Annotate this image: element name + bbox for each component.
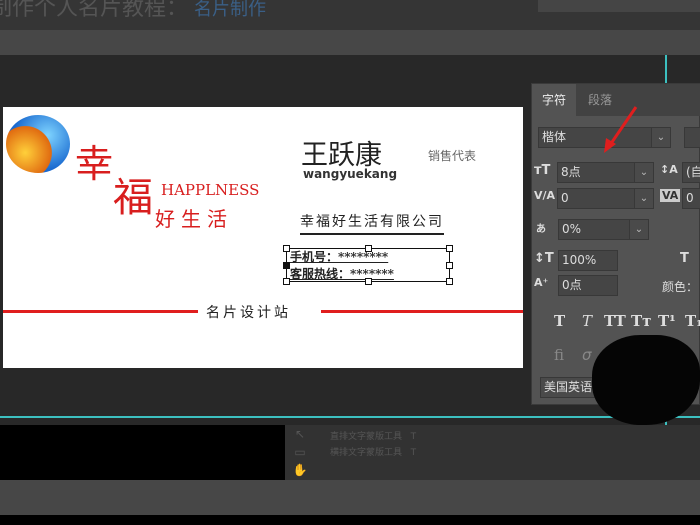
ligature-icon[interactable]: ﬁ xyxy=(554,346,564,364)
tsume-icon: あ xyxy=(536,224,546,235)
slogan: 好生活 xyxy=(155,207,233,231)
guide-line-horizontal[interactable] xyxy=(0,416,700,418)
red-divider xyxy=(3,310,198,313)
tracking-icon: VA xyxy=(660,189,681,202)
tsume-field[interactable]: 0% xyxy=(558,219,630,240)
horizontal-scale-icon: T xyxy=(680,251,689,266)
menu-item-vertical-mask[interactable]: 直排文字蒙版工具 T xyxy=(330,429,416,442)
business-card[interactable]: 幸 福 HAPPLNESS 好生活 王跃康 销售代表 wangyuekang 幸… xyxy=(3,107,523,368)
logo-icon xyxy=(6,115,70,173)
company-name: 幸福好生活有限公司 xyxy=(300,211,444,235)
baseline-shift-icon: A⁺ xyxy=(534,276,549,289)
small-caps-button[interactable]: Tт xyxy=(631,312,651,330)
red-arrow-annotation xyxy=(604,106,638,153)
color-label: 颜色： xyxy=(662,280,699,294)
transform-handle[interactable] xyxy=(283,245,290,252)
menu-item-label: 直排文字蒙版工具 xyxy=(330,432,403,442)
logo-char: 幸 xyxy=(75,142,114,186)
title-text: 制作个人名片教程： xyxy=(0,0,189,21)
chevron-down-icon[interactable]: ⌄ xyxy=(629,219,649,240)
chevron-down-icon[interactable]: ⌄ xyxy=(634,162,654,183)
transform-handle[interactable] xyxy=(283,262,290,269)
menu-item-horizontal-mask[interactable]: 横排文字蒙版工具 T xyxy=(330,445,416,458)
kerning-field[interactable]: 0 xyxy=(557,188,635,209)
transform-handle[interactable] xyxy=(283,278,290,285)
kerning-icon: V/A xyxy=(534,189,556,202)
toolbar-icons: ↖ ▭ ✋ xyxy=(292,427,308,477)
faux-bold-button[interactable]: T xyxy=(554,312,565,330)
baseline-field[interactable]: 0点 xyxy=(558,275,618,296)
tab-character[interactable]: 字符 xyxy=(532,84,577,116)
faux-italic-button[interactable]: T xyxy=(582,312,592,330)
transform-handle[interactable] xyxy=(365,278,372,285)
shortcut: T xyxy=(410,432,417,442)
transform-handle[interactable] xyxy=(446,278,453,285)
scribble-mark xyxy=(592,335,700,425)
transform-box[interactable] xyxy=(283,245,453,285)
subscript-button[interactable]: T₁ xyxy=(685,312,700,330)
page-title: 制作个人名片教程： 名片制作 xyxy=(0,0,266,22)
old-style-icon[interactable]: σ xyxy=(582,346,592,364)
red-divider xyxy=(321,310,523,313)
site-name: 名片设计站 xyxy=(206,305,291,321)
tracking-field[interactable]: 0 xyxy=(682,188,700,209)
transform-handle[interactable] xyxy=(365,245,372,252)
font-size-icon: ᴛT xyxy=(534,163,551,178)
all-caps-button[interactable]: TT xyxy=(604,312,626,330)
menu-item-label: 横排文字蒙版工具 xyxy=(330,448,403,458)
tool-flyout: ↖ ▭ ✋ 直排文字蒙版工具 T 横排文字蒙版工具 T xyxy=(285,425,700,480)
options-bar xyxy=(0,30,700,55)
top-box xyxy=(538,0,700,12)
bottom-bar xyxy=(0,480,700,515)
person-pinyin: wangyuekang xyxy=(303,167,398,181)
transform-handle[interactable] xyxy=(446,245,453,252)
top-bar: 制作个人名片教程： 名片制作 xyxy=(0,0,700,30)
vertical-scale-icon: ↕T xyxy=(534,251,554,266)
shortcut: T xyxy=(410,448,417,458)
logo-char: 福 xyxy=(113,175,153,221)
font-size-field[interactable]: 8点 xyxy=(557,162,635,183)
person-role: 销售代表 xyxy=(428,149,477,163)
transform-handle[interactable] xyxy=(446,262,453,269)
chevron-down-icon[interactable]: ⌄ xyxy=(651,127,671,148)
superscript-button[interactable]: T¹ xyxy=(658,312,676,330)
vertical-scale-field[interactable]: 100% xyxy=(558,250,618,271)
leading-icon: ↕A xyxy=(660,163,678,176)
leading-field[interactable]: (自 xyxy=(682,162,700,183)
brand-en: HAPPLNESS xyxy=(161,181,260,199)
chevron-down-icon[interactable]: ⌄ xyxy=(634,188,654,209)
title-link[interactable]: 名片制作 xyxy=(194,0,266,20)
font-style-select[interactable] xyxy=(684,127,700,148)
